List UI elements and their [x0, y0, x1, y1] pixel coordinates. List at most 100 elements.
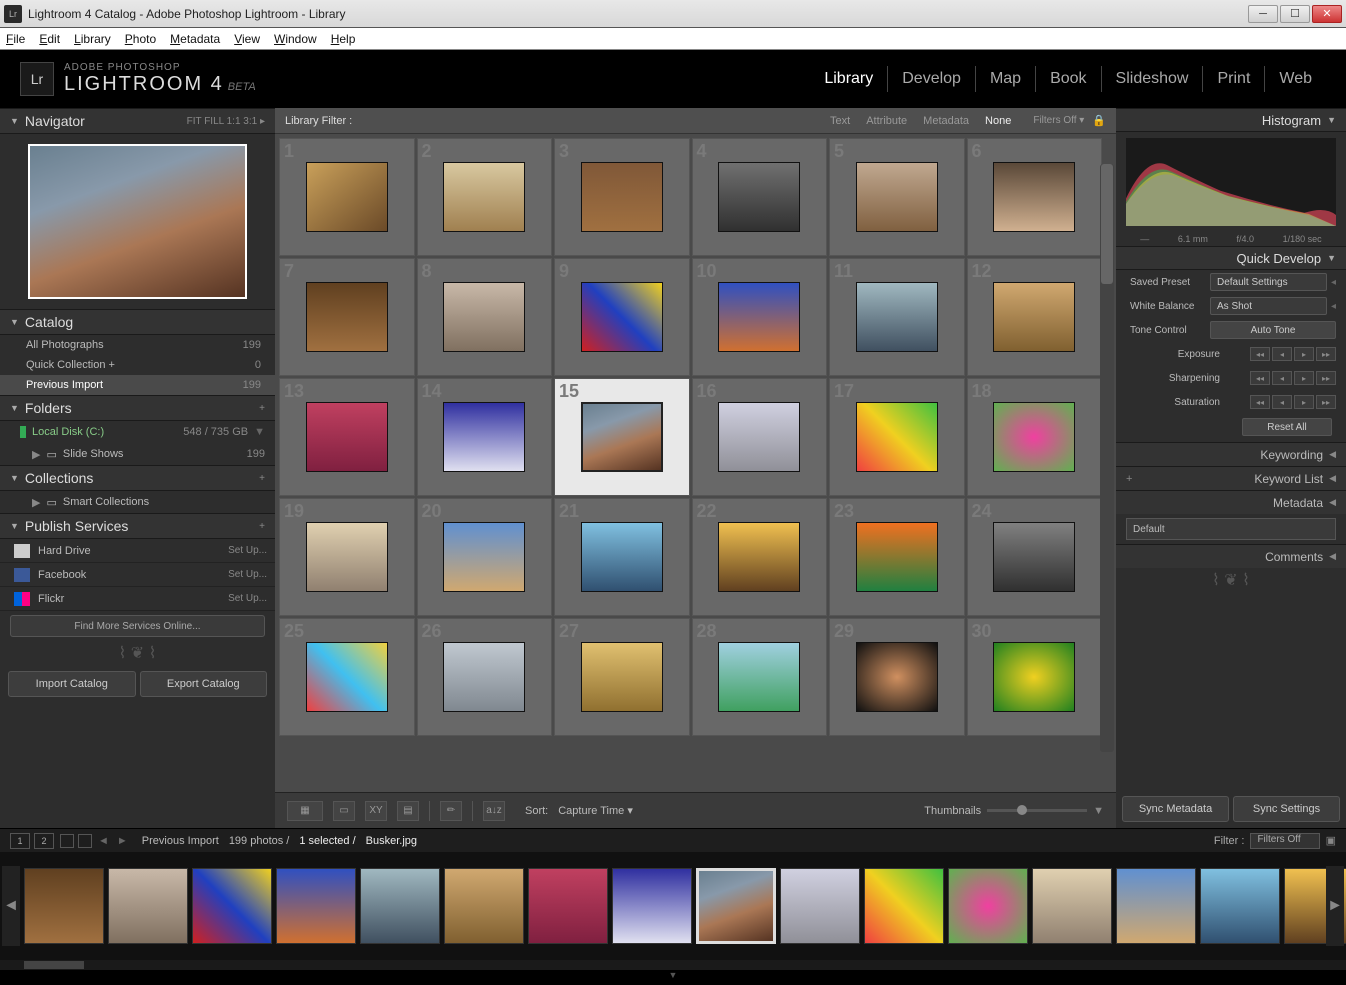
module-slideshow[interactable]: Slideshow [1102, 66, 1204, 92]
navigator-preview[interactable] [28, 144, 247, 299]
publish-header[interactable]: ▼ Publish Services + [0, 513, 275, 539]
filmstrip-thumb[interactable] [276, 868, 356, 944]
grid-cell[interactable]: 25 [279, 618, 415, 736]
grid-cell[interactable]: 1 [279, 138, 415, 256]
export-catalog-button[interactable]: Export Catalog [140, 671, 268, 697]
module-map[interactable]: Map [976, 66, 1036, 92]
grid-cell[interactable]: 11 [829, 258, 965, 376]
saturation-steppers[interactable]: ◂◂◂▸▸▸ [1250, 395, 1336, 409]
menu-view[interactable]: View [234, 32, 260, 46]
grid-cell[interactable]: 19 [279, 498, 415, 616]
module-library[interactable]: Library [810, 66, 888, 92]
grid-cell[interactable]: 23 [829, 498, 965, 616]
filter-switch-icon[interactable]: ▣ [1326, 834, 1336, 847]
plus-icon[interactable]: + [259, 473, 265, 484]
comments-header[interactable]: Comments◀ [1116, 544, 1346, 568]
module-book[interactable]: Book [1036, 66, 1101, 92]
grid-cell[interactable]: 15 [554, 378, 690, 496]
metadata-header[interactable]: Metadata◀ [1116, 490, 1346, 514]
plus-icon[interactable]: + [1126, 473, 1132, 485]
folders-header[interactable]: ▼ Folders + [0, 395, 275, 421]
reset-all-button[interactable]: Reset All [1242, 418, 1332, 436]
histogram-header[interactable]: Histogram▼ [1116, 108, 1346, 132]
menu-file[interactable]: File [6, 32, 25, 46]
filmstrip-thumb[interactable] [360, 868, 440, 944]
plus-icon[interactable]: + [259, 403, 265, 414]
grid-view-icon[interactable]: ▦ [287, 801, 323, 821]
saved-preset-dropdown[interactable]: Default Settings [1210, 273, 1327, 291]
navigator-header[interactable]: ▼ Navigator FIT FILL 1:1 3:1 ▸ [0, 108, 275, 134]
grid-cell[interactable]: 14 [417, 378, 553, 496]
import-catalog-button[interactable]: Import Catalog [8, 671, 136, 697]
module-print[interactable]: Print [1203, 66, 1265, 92]
chevron-left-icon[interactable]: ◂ [1331, 277, 1336, 288]
filmstrip-thumb[interactable] [108, 868, 188, 944]
survey-view-icon[interactable]: ▤ [397, 801, 419, 821]
filmstrip-thumb[interactable] [528, 868, 608, 944]
grid-cell[interactable]: 16 [692, 378, 828, 496]
filmstrip-thumb[interactable] [1200, 868, 1280, 944]
sort-dropdown[interactable]: Capture Time ▾ [558, 804, 633, 817]
filmstrip-prev-button[interactable]: ◄ [2, 866, 20, 946]
grid-scrollbar[interactable] [1100, 164, 1114, 752]
grid-cell[interactable]: 29 [829, 618, 965, 736]
smart-collections[interactable]: ▶ ▭ Smart Collections [0, 491, 275, 513]
collections-header[interactable]: ▼ Collections + [0, 465, 275, 491]
grid-cell[interactable]: 13 [279, 378, 415, 496]
slider-knob[interactable] [1017, 805, 1027, 815]
loupe-view-icon[interactable]: ▭ [333, 801, 355, 821]
filmstrip-thumb[interactable] [444, 868, 524, 944]
nav-forward-icon[interactable]: ► [117, 835, 128, 847]
grid-cell[interactable]: 5 [829, 138, 965, 256]
plus-icon[interactable]: + [259, 521, 265, 532]
secondary-display-2[interactable]: 2 [34, 833, 54, 849]
publish-facebook[interactable]: FacebookSet Up... [0, 563, 275, 587]
secondary-display-1[interactable]: 1 [10, 833, 30, 849]
publish-flickr[interactable]: FlickrSet Up... [0, 587, 275, 611]
filmstrip-thumb[interactable] [192, 868, 272, 944]
menu-photo[interactable]: Photo [125, 32, 156, 46]
filmstrip-filter-dropdown[interactable]: Filters Off [1250, 833, 1319, 849]
painter-icon[interactable]: ✏ [440, 801, 462, 821]
auto-tone-button[interactable]: Auto Tone [1210, 321, 1336, 339]
filmstrip-next-button[interactable]: ► [1326, 866, 1344, 946]
keyword-list-header[interactable]: +Keyword List◀ [1116, 466, 1346, 490]
filmstrip-thumb[interactable] [1032, 868, 1112, 944]
grid-cell[interactable]: 17 [829, 378, 965, 496]
grid-small-icon-2[interactable] [78, 834, 92, 848]
grid-cell[interactable]: 28 [692, 618, 828, 736]
catalog-all-photographs[interactable]: All Photographs199 [0, 335, 275, 355]
grid-small-icon[interactable] [60, 834, 74, 848]
nav-back-icon[interactable]: ◄ [98, 835, 109, 847]
grid-cell[interactable]: 21 [554, 498, 690, 616]
panel-collapse-bottom[interactable]: ▼ [0, 970, 1346, 980]
grid-cell[interactable]: 10 [692, 258, 828, 376]
sort-direction-icon[interactable]: a↓z [483, 801, 505, 821]
metadata-preset-dropdown[interactable]: Default [1126, 518, 1336, 540]
window-close-button[interactable]: ✕ [1312, 5, 1342, 23]
sharpening-steppers[interactable]: ◂◂◂▸▸▸ [1250, 371, 1336, 385]
filter-attribute[interactable]: Attribute [866, 115, 907, 127]
histogram-graph[interactable] [1126, 138, 1336, 226]
catalog-quick-collection[interactable]: Quick Collection +0 [0, 355, 275, 375]
window-maximize-button[interactable]: ☐ [1280, 5, 1310, 23]
sync-settings-button[interactable]: Sync Settings [1233, 796, 1340, 822]
filmstrip-thumb[interactable] [1116, 868, 1196, 944]
chevron-left-icon[interactable]: ◂ [1331, 301, 1336, 312]
folder-slide-shows[interactable]: ▶ ▭ Slide Shows199 [0, 443, 275, 465]
filmstrip-thumb[interactable] [612, 868, 692, 944]
menu-window[interactable]: Window [274, 32, 317, 46]
filter-text[interactable]: Text [830, 115, 850, 127]
filmstrip-thumb[interactable] [24, 868, 104, 944]
publish-hard-drive[interactable]: Hard DriveSet Up... [0, 539, 275, 563]
filmstrip-thumb[interactable] [780, 868, 860, 944]
grid-cell[interactable]: 3 [554, 138, 690, 256]
grid-cell[interactable]: 20 [417, 498, 553, 616]
exposure-steppers[interactable]: ◂◂◂▸▸▸ [1250, 347, 1336, 361]
module-web[interactable]: Web [1265, 66, 1326, 92]
menu-metadata[interactable]: Metadata [170, 32, 220, 46]
chevron-down-icon[interactable]: ▼ [1093, 805, 1104, 817]
grid-cell[interactable]: 6 [967, 138, 1103, 256]
grid-cell[interactable]: 9 [554, 258, 690, 376]
grid-cell[interactable]: 27 [554, 618, 690, 736]
